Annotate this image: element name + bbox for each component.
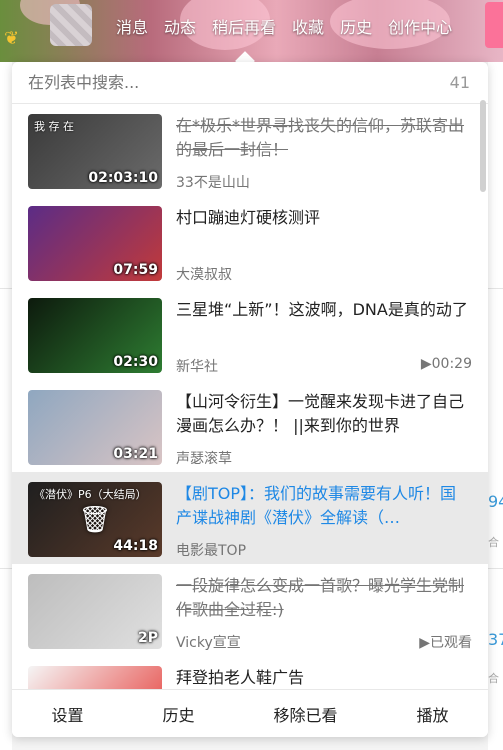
list-item[interactable]: 我 存 在 02:03:10 在*极乐*世界寻找丧失的信仰，苏联寄出的最后一封信！ 3… [12,104,488,196]
watch-progress: ▶00:29 [420,356,472,372]
video-meta: 新华社 ▶00:29 [176,356,472,376]
page-background-left [0,62,12,750]
video-meta: 33不是山山 [176,172,472,192]
video-list: 我 存 在 02:03:10 在*极乐*世界寻找丧失的信仰，苏联寄出的最后一封信！ 3… [12,104,488,689]
video-duration: 02:30 [113,354,158,370]
butterfly-icon: ❦ [4,28,20,49]
item-count: 41 [449,73,470,92]
video-duration: 02:03:10 [88,170,158,186]
list-item[interactable]: 07:59 村口蹦迪灯硬核测评大漠叔叔 [12,196,488,288]
video-title[interactable]: 拜登拍老人鞋广告 [176,666,472,689]
nav-item-history[interactable]: 历史 [340,14,372,38]
watch-later-panel: 41 我 存 在 02:03:10 在*极乐*世界寻找丧失的信仰，苏联寄出的最后一封… [12,62,488,737]
video-title[interactable]: 一段旋律怎么变成一首歌？曝光学生党制作歌曲全过程:) [176,574,472,622]
history-button[interactable]: 历史 [162,702,194,726]
list-item[interactable]: 拜登拍老人鞋广告 [12,656,488,689]
play-button[interactable]: 播放 [416,702,448,726]
background-number: 94 [488,492,503,511]
video-thumbnail[interactable]: 02:30 [28,298,162,373]
background-text: 合 [488,672,499,685]
trash-icon[interactable]: 🗑 [78,505,111,535]
background-number: 37 [488,630,503,649]
video-thumbnail[interactable] [28,666,162,689]
video-info: 【剧TOP】：我们的故事需要有人听！国产谍战神剧《潜伏》全解读（… 电影最TOP [176,482,472,560]
video-author[interactable]: 新华社 [176,356,218,376]
background-text: 合 [488,536,499,549]
list-item[interactable]: 03:21 【山河令衍生】一觉醒来发现卡进了自己漫画怎么办？！ ||来到你的世界声… [12,380,488,472]
video-thumbnail[interactable]: 《潜伏》P6（大结局） 🗑 44:18 [28,482,162,557]
nav-item-favorites[interactable]: 收藏 [292,14,324,38]
video-thumbnail[interactable]: 03:21 [28,390,162,465]
page-background-right: 94 合 37 合 [488,62,503,750]
list-item[interactable]: 02:30 三星堆“上新”！这波啊，DNA是真的动了新华社 ▶00:29 [12,288,488,380]
nav-item-watch-later[interactable]: 稍后再看 [212,14,276,38]
video-author[interactable]: 大漠叔叔 [176,264,232,284]
watch-progress: ▶已观看 [419,635,472,651]
video-author[interactable]: 电影最TOP [176,540,246,560]
panel-footer: 设置 历史 移除已看 播放 [12,689,488,737]
nav-item-messages[interactable]: 消息 [116,14,148,38]
search-bar: 41 [12,62,488,104]
video-info: 在*极乐*世界寻找丧失的信仰，苏联寄出的最后一封信！ 33不是山山 [176,114,472,192]
avatar[interactable] [50,4,92,46]
remove-watched-button[interactable]: 移除已看 [273,702,337,726]
video-author[interactable]: Vicky宣宣 [176,632,241,652]
search-input[interactable] [28,73,408,92]
video-meta: 大漠叔叔 [176,264,472,284]
video-author[interactable]: 33不是山山 [176,172,250,192]
video-thumbnail[interactable]: 2P [28,574,162,649]
upload-button[interactable] [485,2,503,48]
video-meta: 声瑟滚草 [176,448,472,468]
list-item[interactable]: 《潜伏》P6（大结局） 🗑 44:18 【剧TOP】：我们的故事需要有人听！国产谍战神… [12,472,488,564]
video-duration: 07:59 [113,262,158,278]
video-info: 拜登拍老人鞋广告 [176,666,472,689]
video-duration: 2P [137,630,158,646]
video-duration: 44:18 [113,538,158,554]
video-title[interactable]: 三星堆“上新”！这波啊，DNA是真的动了 [176,298,472,322]
list-item[interactable]: 2P 一段旋律怎么变成一首歌？曝光学生党制作歌曲全过程:) Vicky宣宣 ▶已观看 [12,564,488,656]
video-duration: 03:21 [113,446,158,462]
video-thumbnail[interactable]: 我 存 在 02:03:10 [28,114,162,189]
video-title[interactable]: 村口蹦迪灯硬核测评 [176,206,472,230]
thumbnail-caption: 我 存 在 [34,120,74,133]
video-title[interactable]: 【山河令衍生】一觉醒来发现卡进了自己漫画怎么办？！ ||来到你的世界 [176,390,472,438]
settings-button[interactable]: 设置 [51,702,83,726]
video-info: 三星堆“上新”！这波啊，DNA是真的动了新华社 ▶00:29 [176,298,472,376]
video-meta: 电影最TOP [176,540,472,560]
thumbnail-caption: 《潜伏》P6（大结局） [34,488,147,501]
video-author[interactable]: 声瑟滚草 [176,448,232,468]
video-info: 一段旋律怎么变成一首歌？曝光学生党制作歌曲全过程:) Vicky宣宣 ▶已观看 [176,574,472,652]
top-nav: 消息 动态 稍后再看 收藏 历史 创作中心 [116,14,452,38]
video-title[interactable]: 【剧TOP】：我们的故事需要有人听！国产谍战神剧《潜伏》全解读（… [176,482,472,530]
video-thumbnail[interactable]: 07:59 [28,206,162,281]
video-info: 村口蹦迪灯硬核测评大漠叔叔 [176,206,472,284]
video-meta: Vicky宣宣 ▶已观看 [176,632,472,652]
video-title[interactable]: 在*极乐*世界寻找丧失的信仰，苏联寄出的最后一封信！ [176,114,472,162]
video-info: 【山河令衍生】一觉醒来发现卡进了自己漫画怎么办？！ ||来到你的世界声瑟滚草 [176,390,472,468]
nav-item-creator-center[interactable]: 创作中心 [388,14,452,38]
nav-item-dynamics[interactable]: 动态 [164,14,196,38]
scrollbar[interactable] [480,100,486,192]
